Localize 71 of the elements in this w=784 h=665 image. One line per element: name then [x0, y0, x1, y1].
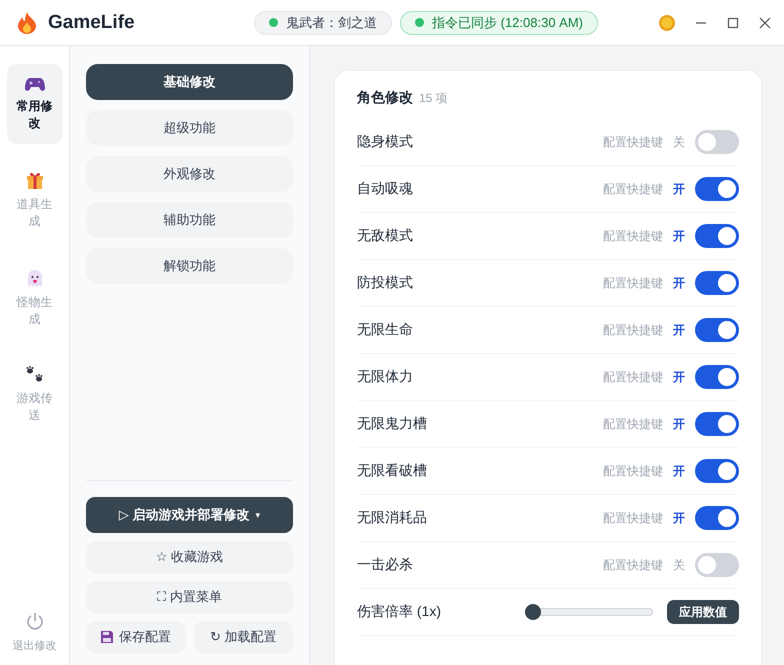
option-label: 一击必杀	[357, 556, 414, 574]
status-pill: 指令已同步 (12:08:30 AM)	[400, 10, 598, 34]
hotkey-link[interactable]: 配置快捷键	[603, 462, 663, 480]
hotkey-link[interactable]: 配置快捷键	[603, 510, 663, 526]
exit-label[interactable]: 退出修改	[12, 638, 56, 653]
save-button[interactable]: 保存配置	[86, 621, 186, 653]
toggle-switch[interactable]	[695, 412, 739, 436]
nav-item[interactable]: 游戏传送	[6, 354, 62, 436]
gamepad-icon	[24, 76, 44, 92]
option-label: 无限生命	[357, 321, 414, 339]
state-label: 开	[673, 416, 686, 432]
toggle-switch[interactable]	[695, 177, 739, 201]
hotkey-link[interactable]: 配置快捷键	[603, 180, 663, 198]
hotkey-link[interactable]: 配置快捷键	[603, 134, 663, 150]
toggle-switch[interactable]	[695, 506, 739, 530]
toggle-switch[interactable]	[695, 130, 739, 154]
toggle-switch[interactable]	[695, 553, 739, 577]
nav-item[interactable]: 常用修改	[6, 64, 62, 144]
category-tab[interactable]: 外观修改	[86, 156, 293, 192]
state-label: 开	[673, 510, 686, 526]
toggle-switch[interactable]	[695, 318, 739, 342]
hotkey-link[interactable]: 配置快捷键	[603, 228, 663, 244]
option-label: 防投模式	[357, 274, 414, 292]
option-label: 自动吸魂	[357, 180, 414, 198]
status-pill: 鬼武者：剑之道	[254, 10, 392, 34]
maximize-icon[interactable]	[726, 16, 740, 30]
state-label: 开	[673, 462, 686, 480]
hotkey-link[interactable]: 配置快捷键	[603, 322, 663, 338]
option-label: 无限体力	[357, 368, 414, 386]
hotkey-link[interactable]: 配置快捷键	[603, 274, 663, 292]
launch-button[interactable]: ▷ 启动游戏并部署修改 ▾	[86, 497, 293, 533]
floppy-icon	[100, 631, 113, 643]
option-label: 无限消耗品	[357, 509, 428, 527]
favorite-button[interactable]: ☆ 收藏游戏	[86, 541, 293, 573]
state-label: 关	[673, 134, 686, 150]
nav-item[interactable]: 道具生成	[6, 158, 62, 242]
option-label: 无限鬼力槽	[357, 415, 428, 433]
nav-item[interactable]: 怪物生成	[6, 256, 62, 340]
load-button[interactable]: ↻ 加载配置	[194, 621, 293, 653]
menu-button[interactable]: ⛶ 内置菜单	[86, 581, 293, 613]
slider-thumb[interactable]	[525, 604, 541, 620]
slider[interactable]	[525, 604, 653, 620]
option-label: 隐身模式	[357, 133, 414, 151]
state-label: 开	[673, 180, 686, 198]
state-label: 开	[673, 322, 686, 338]
category-tab[interactable]: 基础修改	[86, 64, 293, 100]
toggle-switch[interactable]	[695, 271, 739, 295]
section-title: 角色修改	[357, 89, 413, 107]
category-tab[interactable]: 辅助功能	[86, 202, 293, 238]
option-label: 伤害倍率 (1x)	[357, 603, 442, 621]
category-tab[interactable]: 解锁功能	[86, 248, 293, 284]
state-label: 开	[673, 368, 686, 386]
apply-button[interactable]: 应用数值	[667, 600, 739, 624]
gift-icon	[24, 170, 44, 190]
app-title: GameLife	[48, 12, 135, 34]
item-count: 15 项	[419, 90, 448, 107]
state-label: 关	[673, 556, 686, 574]
toggle-switch[interactable]	[695, 224, 739, 248]
state-label: 开	[673, 274, 686, 292]
hotkey-link[interactable]: 配置快捷键	[603, 556, 663, 574]
category-tab[interactable]: 超级功能	[86, 110, 293, 146]
option-label: 无限看破槽	[357, 462, 428, 480]
toggle-switch[interactable]	[695, 459, 739, 483]
hotkey-link[interactable]: 配置快捷键	[603, 368, 663, 386]
paw-icon	[24, 366, 44, 384]
state-label: 开	[673, 228, 686, 244]
hotkey-link[interactable]: 配置快捷键	[603, 416, 663, 432]
flame-icon	[18, 12, 36, 34]
option-label: 无敌模式	[357, 227, 414, 245]
close-icon[interactable]	[758, 16, 772, 30]
toggle-switch[interactable]	[695, 365, 739, 389]
